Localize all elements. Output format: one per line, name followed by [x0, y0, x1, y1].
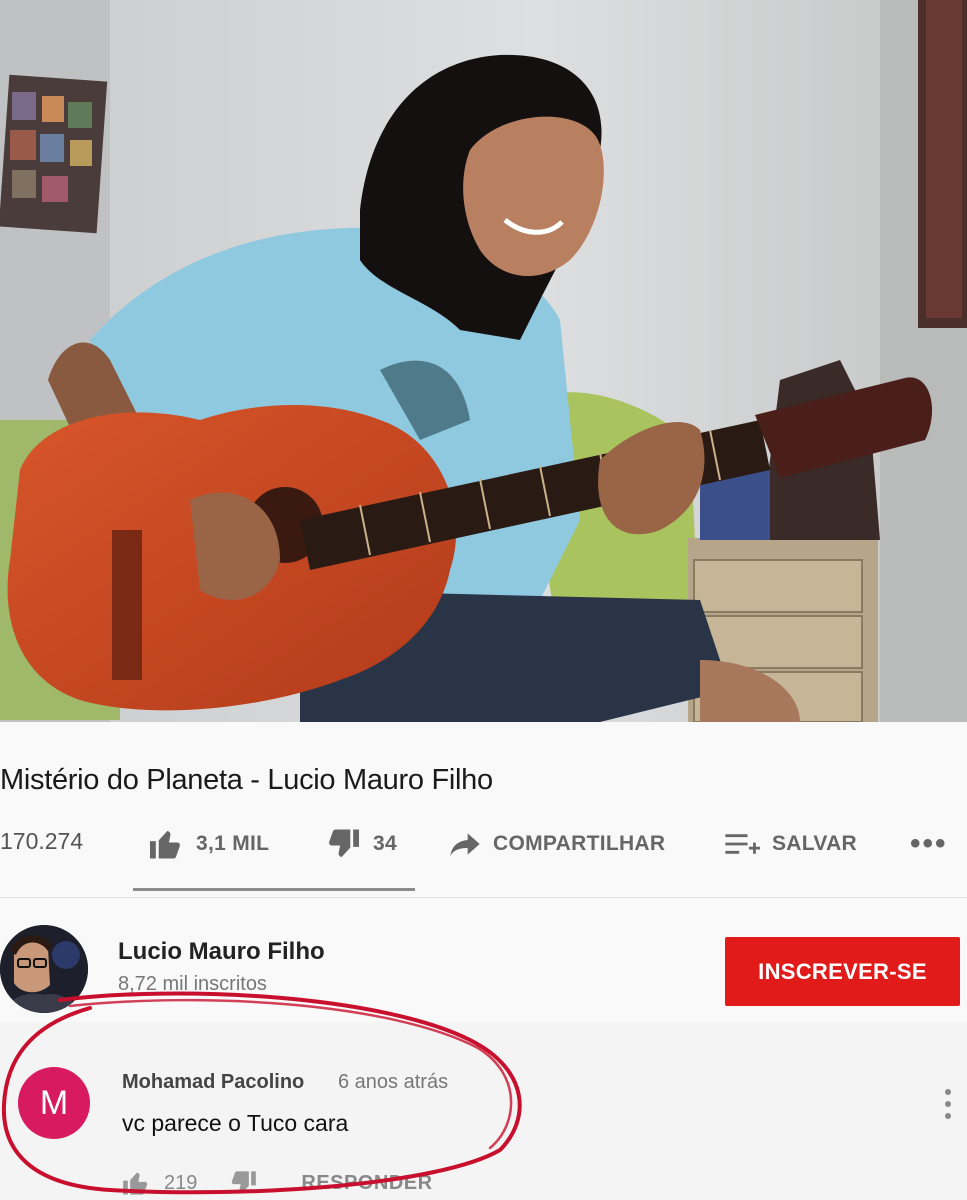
- reply-button[interactable]: RESPONDER: [301, 1172, 432, 1195]
- thumbs-down-icon: [329, 829, 359, 858]
- dislike-count: 34: [373, 832, 397, 855]
- kebab-menu-icon: [945, 1089, 951, 1119]
- more-actions-button[interactable]: •••: [910, 822, 948, 866]
- commenter-avatar[interactable]: M: [18, 1067, 90, 1139]
- view-count: 170.274: [0, 828, 84, 854]
- comment-like-count: 219: [164, 1171, 198, 1194]
- comment-thumbs-up-icon[interactable]: [122, 1170, 150, 1196]
- video-thumbnail: [0, 0, 967, 722]
- share-button[interactable]: COMPARTILHAR: [449, 822, 665, 866]
- channel-avatar[interactable]: [0, 925, 88, 1013]
- tab-underline: [133, 888, 415, 891]
- video-title: Mistério do Planeta - Lucio Mauro Filho: [0, 764, 493, 796]
- comment-author[interactable]: Mohamad Pacolino: [122, 1071, 304, 1094]
- comment-menu-button[interactable]: [940, 1086, 956, 1122]
- like-count: 3,1 MIL: [196, 832, 270, 855]
- video-actions-bar: 170.274 3,1 MIL 34 COMPARTILHAR SALVAR •…: [0, 822, 967, 866]
- dislike-button[interactable]: 34: [325, 822, 397, 866]
- comment-text: vc parece o Tuco cara: [122, 1110, 349, 1136]
- subscriber-count: 8,72 mil inscritos: [118, 973, 267, 995]
- video-player[interactable]: [0, 0, 967, 722]
- save-button[interactable]: SALVAR: [724, 822, 857, 866]
- playlist-add-icon: [725, 834, 760, 854]
- subscribe-button[interactable]: INSCREVER-SE: [725, 937, 960, 1006]
- channel-avatar-image: [0, 925, 88, 1013]
- comment-thumbs-down-icon[interactable]: [229, 1170, 257, 1196]
- share-arrow-icon: [450, 833, 480, 856]
- like-button[interactable]: 3,1 MIL: [148, 822, 269, 866]
- channel-name[interactable]: Lucio Mauro Filho: [118, 938, 325, 966]
- comment-time[interactable]: 6 anos atrás: [338, 1071, 448, 1094]
- save-label: SALVAR: [772, 832, 858, 855]
- thumbs-up-icon: [150, 830, 180, 859]
- share-label: COMPARTILHAR: [493, 832, 666, 855]
- comment-actions: 219 RESPONDER: [122, 1166, 433, 1200]
- divider: [0, 897, 967, 898]
